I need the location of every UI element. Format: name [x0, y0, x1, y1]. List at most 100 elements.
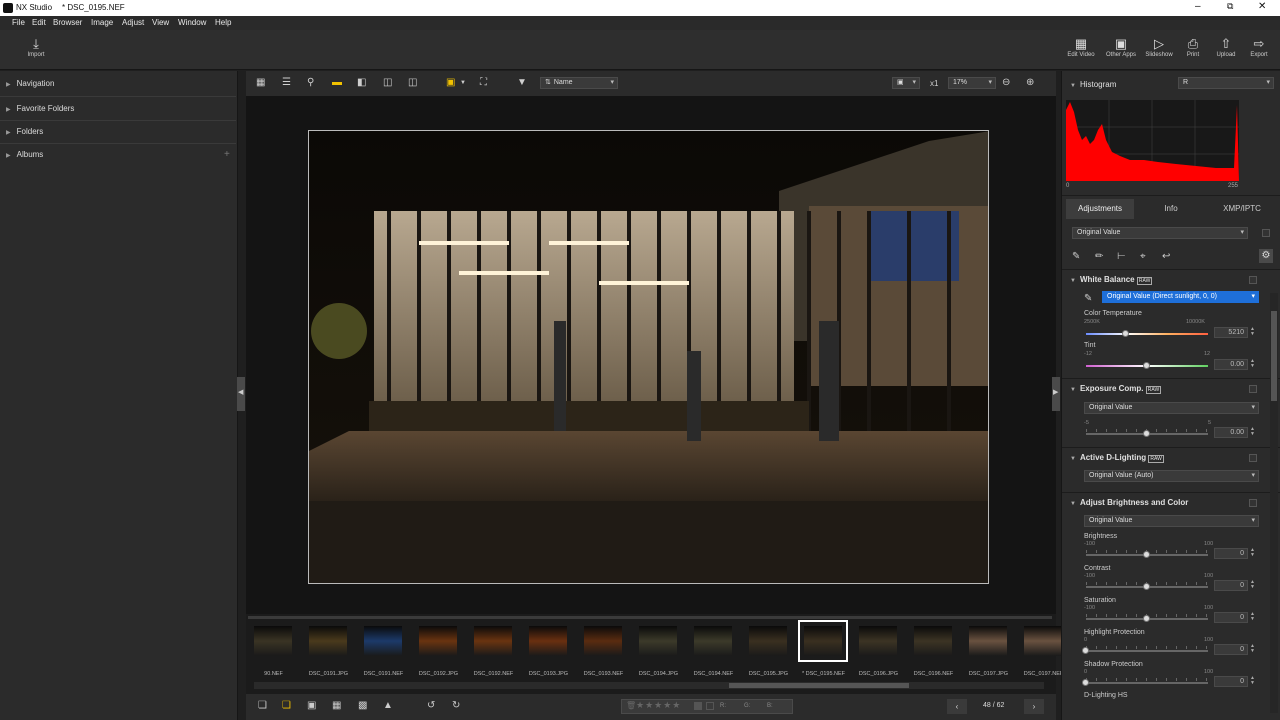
- menu-file[interactable]: File: [12, 18, 25, 27]
- filmstrip-thumbnail[interactable]: [254, 626, 292, 656]
- filmstrip-thumbnail[interactable]: [419, 626, 457, 656]
- white-balance-checkbox[interactable]: [1249, 276, 1257, 284]
- white-balance-dropdown[interactable]: Original Value (Direct sunlight, 0, 0) ▾: [1102, 291, 1259, 303]
- other-apps-button[interactable]: ▣ Other Apps: [1104, 36, 1138, 58]
- tint-input[interactable]: 0.00: [1214, 359, 1248, 370]
- filmstrip-thumbnail[interactable]: [914, 626, 952, 656]
- filter-icon[interactable]: ▼: [517, 76, 527, 90]
- active-d-lighting-header[interactable]: ▼ Active D-Lighting RAW: [1070, 453, 1164, 463]
- eyedropper-icon[interactable]: ✎: [1072, 251, 1080, 262]
- sort-dropdown[interactable]: ⇅ Name ▾: [540, 77, 618, 89]
- histogram-header[interactable]: ▼ Histogram: [1070, 80, 1116, 89]
- info-overlay-icon[interactable]: ▩: [358, 700, 367, 711]
- scrollbar-thumb[interactable]: [729, 683, 909, 688]
- slider-input[interactable]: 0: [1214, 548, 1248, 559]
- trash-icon[interactable]: 🗑: [626, 701, 636, 710]
- filmstrip-scrollbar[interactable]: [254, 682, 1044, 689]
- wb-eyedropper-icon[interactable]: ✎: [1084, 293, 1092, 304]
- list-view-icon[interactable]: ☰: [282, 76, 291, 90]
- brightness-color-checkbox[interactable]: [1249, 499, 1257, 507]
- display-mode-icon[interactable]: ▣: [446, 76, 455, 90]
- slider-spinner[interactable]: ▲ ▼: [1250, 580, 1256, 591]
- filmstrip-thumbnail[interactable]: [749, 626, 787, 656]
- main-photo[interactable]: [308, 130, 989, 584]
- right-panel-scrollbar[interactable]: [1270, 293, 1278, 713]
- favorite-folders-section[interactable]: ▶ Favorite Folders: [6, 104, 74, 113]
- tint-knob[interactable]: [1143, 362, 1150, 369]
- active-d-lighting-dropdown[interactable]: Original Value (Auto) ▾: [1084, 470, 1259, 482]
- white-balance-header[interactable]: ▼ White Balance RAW: [1070, 275, 1153, 285]
- active-d-lighting-checkbox[interactable]: [1249, 454, 1257, 462]
- color-temperature-spinner[interactable]: ▲ ▼: [1250, 327, 1256, 338]
- rotate-left-icon[interactable]: ↺: [427, 700, 435, 711]
- slider-knob[interactable]: [1143, 615, 1150, 622]
- menu-help[interactable]: Help: [215, 18, 231, 27]
- navigation-section[interactable]: ▶ Navigation: [6, 79, 54, 88]
- filmstrip-view-icon[interactable]: ◧: [357, 76, 366, 90]
- perspective-icon[interactable]: ↩: [1162, 251, 1170, 262]
- add-album-icon[interactable]: +: [224, 149, 230, 160]
- left-panel-collapse-handle[interactable]: ◀: [237, 377, 245, 411]
- map-view-icon[interactable]: ⚲: [307, 76, 314, 90]
- slider-knob[interactable]: [1143, 583, 1150, 590]
- filmstrip-thumbnail[interactable]: [798, 620, 848, 662]
- slider-spinner[interactable]: ▲ ▼: [1250, 676, 1256, 687]
- exposure-comp-header[interactable]: ▼ Exposure Comp. RAW: [1070, 384, 1162, 394]
- tint-spinner[interactable]: ▲ ▼: [1250, 359, 1256, 370]
- filmstrip-thumbnail[interactable]: [364, 626, 402, 656]
- menu-adjust[interactable]: Adjust: [122, 18, 144, 27]
- thumbnail-grid-icon[interactable]: ▦: [256, 76, 265, 90]
- filmstrip-thumbnail[interactable]: [1024, 626, 1062, 656]
- adjustment-preset-dropdown[interactable]: Original Value ▾: [1072, 227, 1248, 239]
- tab-adjustments[interactable]: Adjustments: [1066, 199, 1134, 219]
- histogram-channel-dropdown[interactable]: R ▾: [1178, 77, 1274, 89]
- pair-icon[interactable]: ❏: [282, 700, 291, 711]
- menu-edit[interactable]: Edit: [32, 18, 46, 27]
- folders-section[interactable]: ▶ Folders: [6, 127, 43, 136]
- slider-knob[interactable]: [1082, 647, 1089, 654]
- stack-icon[interactable]: ❏: [258, 700, 267, 711]
- exposure-spinner[interactable]: ▲ ▼: [1250, 427, 1256, 438]
- slider-track[interactable]: [1086, 682, 1208, 684]
- rating-bar[interactable]: 🗑 ★★★★★ R: G: B:: [621, 699, 793, 714]
- filmstrip-thumbnail[interactable]: [859, 626, 897, 656]
- straighten-icon[interactable]: ⊢: [1117, 251, 1126, 262]
- slider-spinner[interactable]: ▲ ▼: [1250, 548, 1256, 559]
- protect-icon[interactable]: [706, 702, 714, 710]
- filmstrip-thumbnail[interactable]: [969, 626, 1007, 656]
- slider-spinner[interactable]: ▲ ▼: [1250, 612, 1256, 623]
- slider-spinner[interactable]: ▲ ▼: [1250, 644, 1256, 655]
- filmstrip-thumbnail[interactable]: [474, 626, 512, 656]
- export-button[interactable]: ⇨ Export: [1242, 36, 1276, 58]
- grid-overlay-icon[interactable]: ▦: [332, 700, 341, 711]
- slider-input[interactable]: 0: [1214, 644, 1248, 655]
- slider-input[interactable]: 0: [1214, 676, 1248, 687]
- previous-image-button[interactable]: ‹: [947, 699, 967, 714]
- close-button[interactable]: ✕: [1258, 1, 1278, 12]
- color-temperature-input[interactable]: 5210: [1214, 327, 1248, 338]
- star-rating-icon[interactable]: ★★★★★: [636, 700, 681, 711]
- zoom-out-icon[interactable]: ⊖: [1002, 76, 1010, 90]
- edit-video-button[interactable]: ▦ Edit Video: [1064, 36, 1098, 58]
- zoom-1x-button[interactable]: x1: [930, 77, 938, 91]
- filmstrip[interactable]: 90.NEF DSC_0191.JPG DSC_0191.NEF DSC_0192.J…: [246, 614, 1063, 694]
- slider-knob[interactable]: [1082, 679, 1089, 686]
- menu-image[interactable]: Image: [91, 18, 113, 27]
- exposure-input[interactable]: 0.00: [1214, 427, 1248, 438]
- chevron-down-icon[interactable]: ▼: [460, 76, 466, 90]
- upload-button[interactable]: ⇧ Upload: [1209, 36, 1243, 58]
- menu-view[interactable]: View: [152, 18, 169, 27]
- filmstrip-thumbnail[interactable]: [639, 626, 677, 656]
- compare-view-icon[interactable]: ◫: [383, 76, 392, 90]
- retouch-brush-icon[interactable]: ✏: [1095, 251, 1103, 262]
- preset-checkbox[interactable]: [1262, 229, 1270, 237]
- next-image-button[interactable]: ›: [1024, 699, 1044, 714]
- zoom-dropdown[interactable]: 17% ▾: [948, 77, 996, 89]
- color-temperature-slider[interactable]: [1086, 333, 1208, 335]
- brightness-color-header[interactable]: ▼ Adjust Brightness and Color: [1070, 498, 1188, 507]
- exposure-comp-checkbox[interactable]: [1249, 385, 1257, 393]
- zoom-in-icon[interactable]: ⊕: [1026, 76, 1034, 90]
- brightness-color-dropdown[interactable]: Original Value ▾: [1084, 515, 1259, 527]
- right-panel-collapse-handle[interactable]: ▶: [1052, 377, 1060, 411]
- rotate-right-icon[interactable]: ↻: [452, 700, 460, 711]
